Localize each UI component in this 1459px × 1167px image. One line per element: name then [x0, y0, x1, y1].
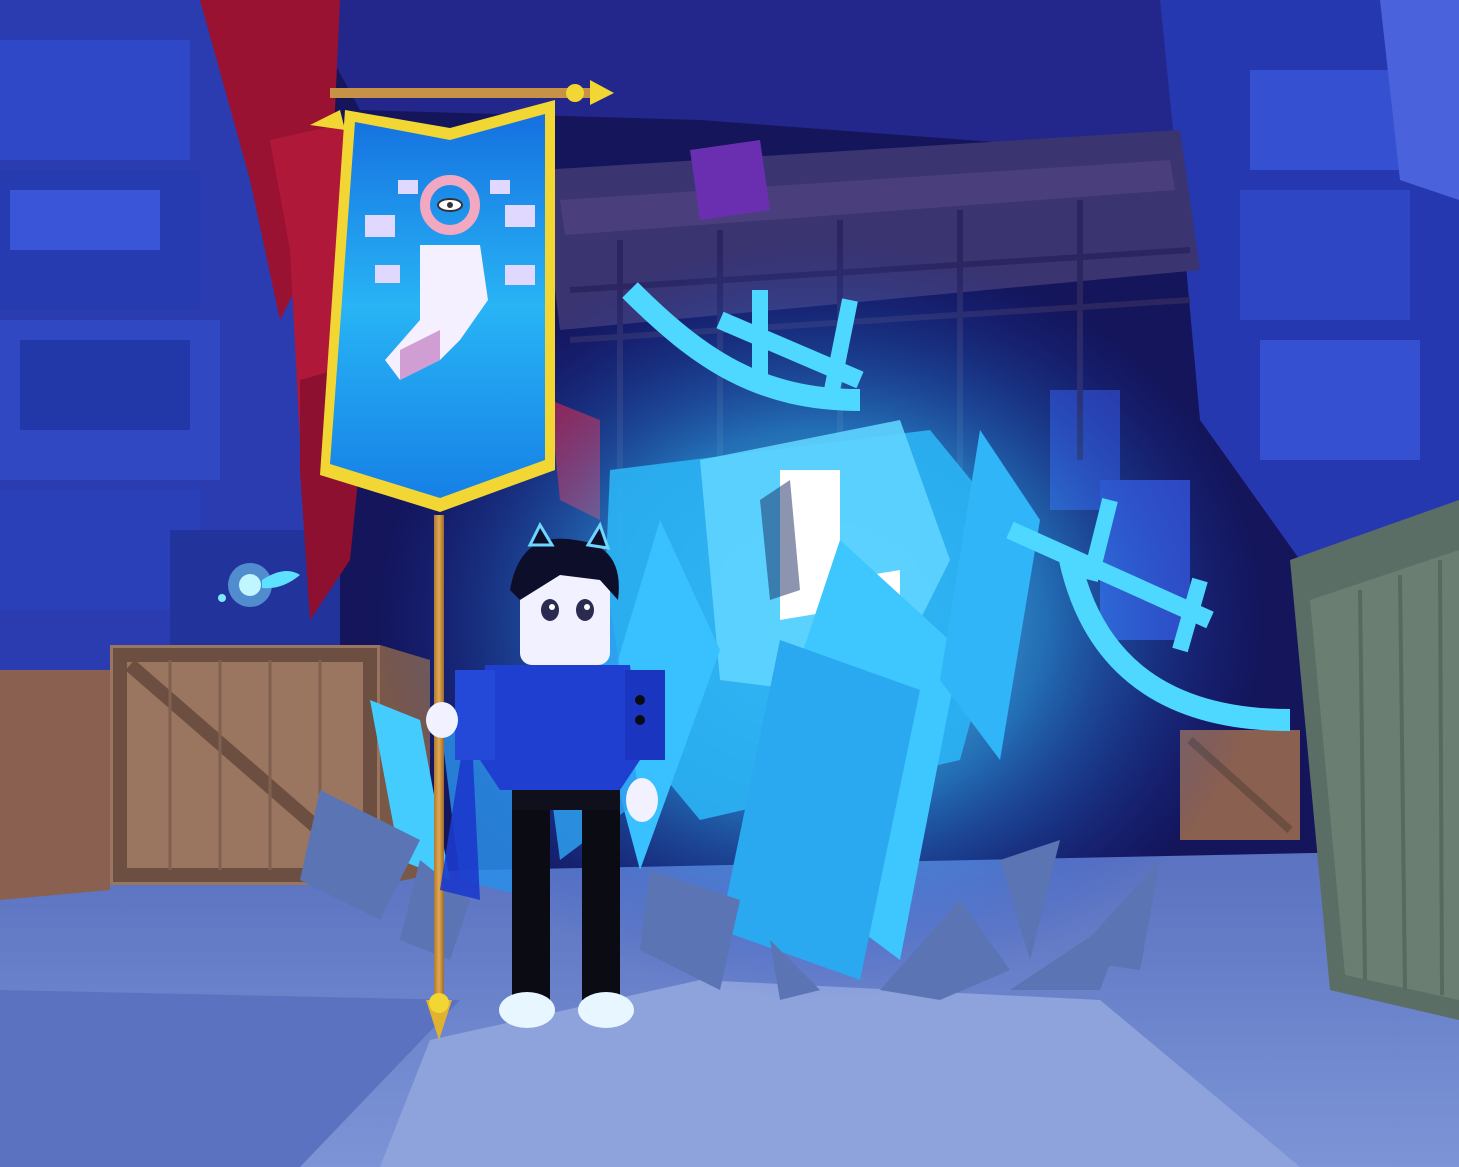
banner-pole	[434, 515, 444, 1000]
game-scene	[0, 0, 1459, 1167]
game-viewport[interactable]	[0, 0, 1459, 1167]
avatar-hoodie	[480, 665, 640, 790]
avatar-hand-left	[426, 702, 458, 738]
avatar-hand-right	[626, 778, 658, 822]
avatar-shoe-right	[578, 992, 634, 1028]
avatar-shoe-left	[499, 992, 555, 1028]
